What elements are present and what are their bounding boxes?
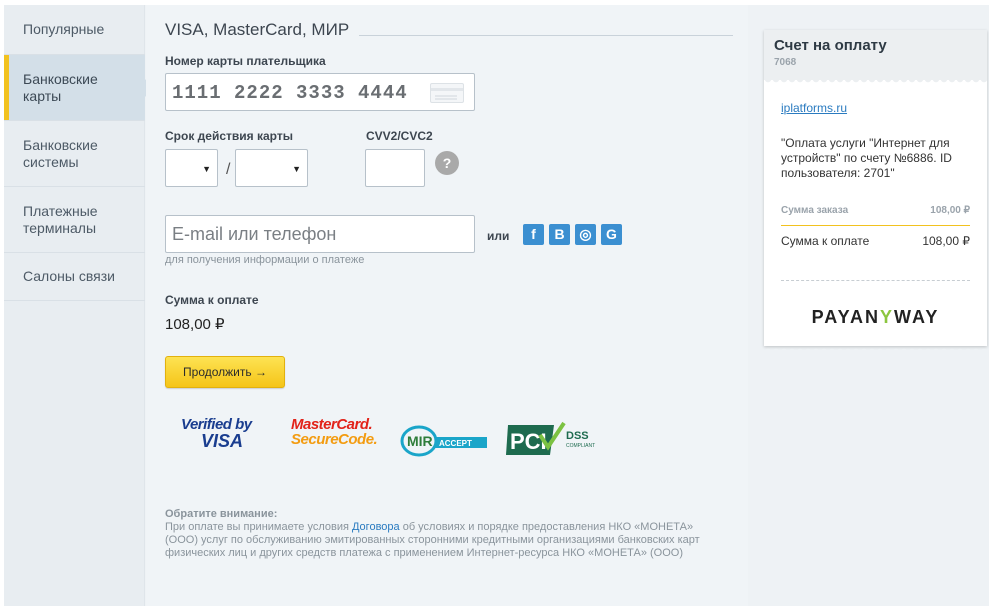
email-hint: для получения информации о платеже (165, 254, 365, 266)
cvv-input[interactable] (365, 149, 425, 187)
google-icon[interactable]: G (601, 224, 622, 245)
sidebar-item-label: Банковские карты (23, 70, 98, 104)
or-label: или (487, 229, 510, 243)
card-payment-form: VISA, MasterCard, МИР Номер карты плател… (146, 5, 748, 606)
continue-button[interactable]: Продолжить → (165, 356, 285, 388)
expiry-label: Срок действия карты (165, 129, 293, 143)
expiry-year-select[interactable]: ▼ (235, 149, 308, 187)
agreement-link[interactable]: Договора (352, 521, 400, 533)
expiry-separator: / (226, 161, 231, 178)
facebook-icon[interactable]: f (523, 224, 544, 245)
section-title: VISA, MasterCard, МИР (165, 20, 360, 40)
invoice-title: Счет на оплату (774, 37, 887, 54)
svg-text:ACCEPT: ACCEPT (439, 439, 472, 448)
sum-separator (781, 225, 970, 226)
verified-by-visa-logo: Verified by VISA (181, 416, 252, 451)
total-label: Сумма к оплате (165, 293, 259, 307)
invoice-receipt: Счет на оплату 7068 iplatforms.ru "Оплат… (764, 30, 987, 352)
pay-sum-row: Сумма к оплате 108,00 ₽ (781, 234, 970, 248)
pci-dss-logo: PCI DSS COMPLIANT (506, 419, 601, 464)
dashed-divider (781, 280, 970, 281)
card-number-label: Номер карты плательщика (165, 54, 326, 68)
bank-card-icon (430, 83, 464, 103)
sidebar-item-popular[interactable]: Популярные (4, 5, 145, 55)
expiry-month-select[interactable]: ▼ (165, 149, 218, 187)
payment-method-sidebar: Популярные Банковские карты Банковские с… (4, 5, 153, 606)
card-number-input[interactable]: 1111 2222 3333 4444 (165, 73, 475, 111)
vkontakte-icon[interactable]: В (549, 224, 570, 245)
odnoklassniki-icon[interactable]: ◎ (575, 224, 596, 245)
sidebar-item-label: Банковские системы (23, 136, 98, 170)
help-icon[interactable]: ? (435, 151, 459, 175)
sidebar-item-bank-systems[interactable]: Банковские системы (4, 121, 145, 187)
svg-text:MIR: MIR (407, 433, 433, 449)
payment-description: "Оплата услуги "Интернет для устройств" … (781, 136, 952, 180)
total-value: 108,00 ₽ (165, 316, 225, 333)
mastercard-securecode-logo: MasterCard. SecureCode. (291, 416, 378, 448)
invoice-number: 7068 (774, 57, 797, 68)
mir-accept-logo: MIR ACCEPT (399, 424, 489, 463)
sidebar-item-label: Салоны связи (23, 268, 115, 284)
chevron-down-icon: ▼ (292, 164, 301, 174)
receipt-edge (764, 346, 987, 352)
email-or-phone-input[interactable] (165, 215, 475, 253)
sidebar-item-communication-shops[interactable]: Салоны связи (4, 253, 145, 301)
sidebar-item-label: Платежные терминалы (23, 202, 98, 236)
legal-notice: Обратите внимание: При оплате вы принима… (165, 508, 700, 559)
svg-text:PCI: PCI (510, 429, 547, 454)
merchant-link[interactable]: iplatforms.ru (781, 101, 847, 115)
payment-page: Популярные Банковские карты Банковские с… (4, 5, 989, 606)
order-sum-row: Сумма заказа 108,00 ₽ (781, 205, 970, 216)
sidebar-item-bank-cards[interactable]: Банковские карты (4, 55, 153, 121)
sidebar-item-label: Популярные (23, 21, 105, 37)
payanyway-logo: PAYANYWAY (811, 307, 940, 327)
chevron-down-icon: ▼ (202, 164, 211, 174)
sidebar-item-payment-terminals[interactable]: Платежные терминалы (4, 187, 145, 253)
svg-text:DSS: DSS (566, 430, 589, 442)
svg-text:COMPLIANT: COMPLIANT (566, 443, 595, 449)
cvv-label: CVV2/CVC2 (366, 129, 433, 143)
invoice-header: Счет на оплату 7068 (764, 30, 987, 85)
